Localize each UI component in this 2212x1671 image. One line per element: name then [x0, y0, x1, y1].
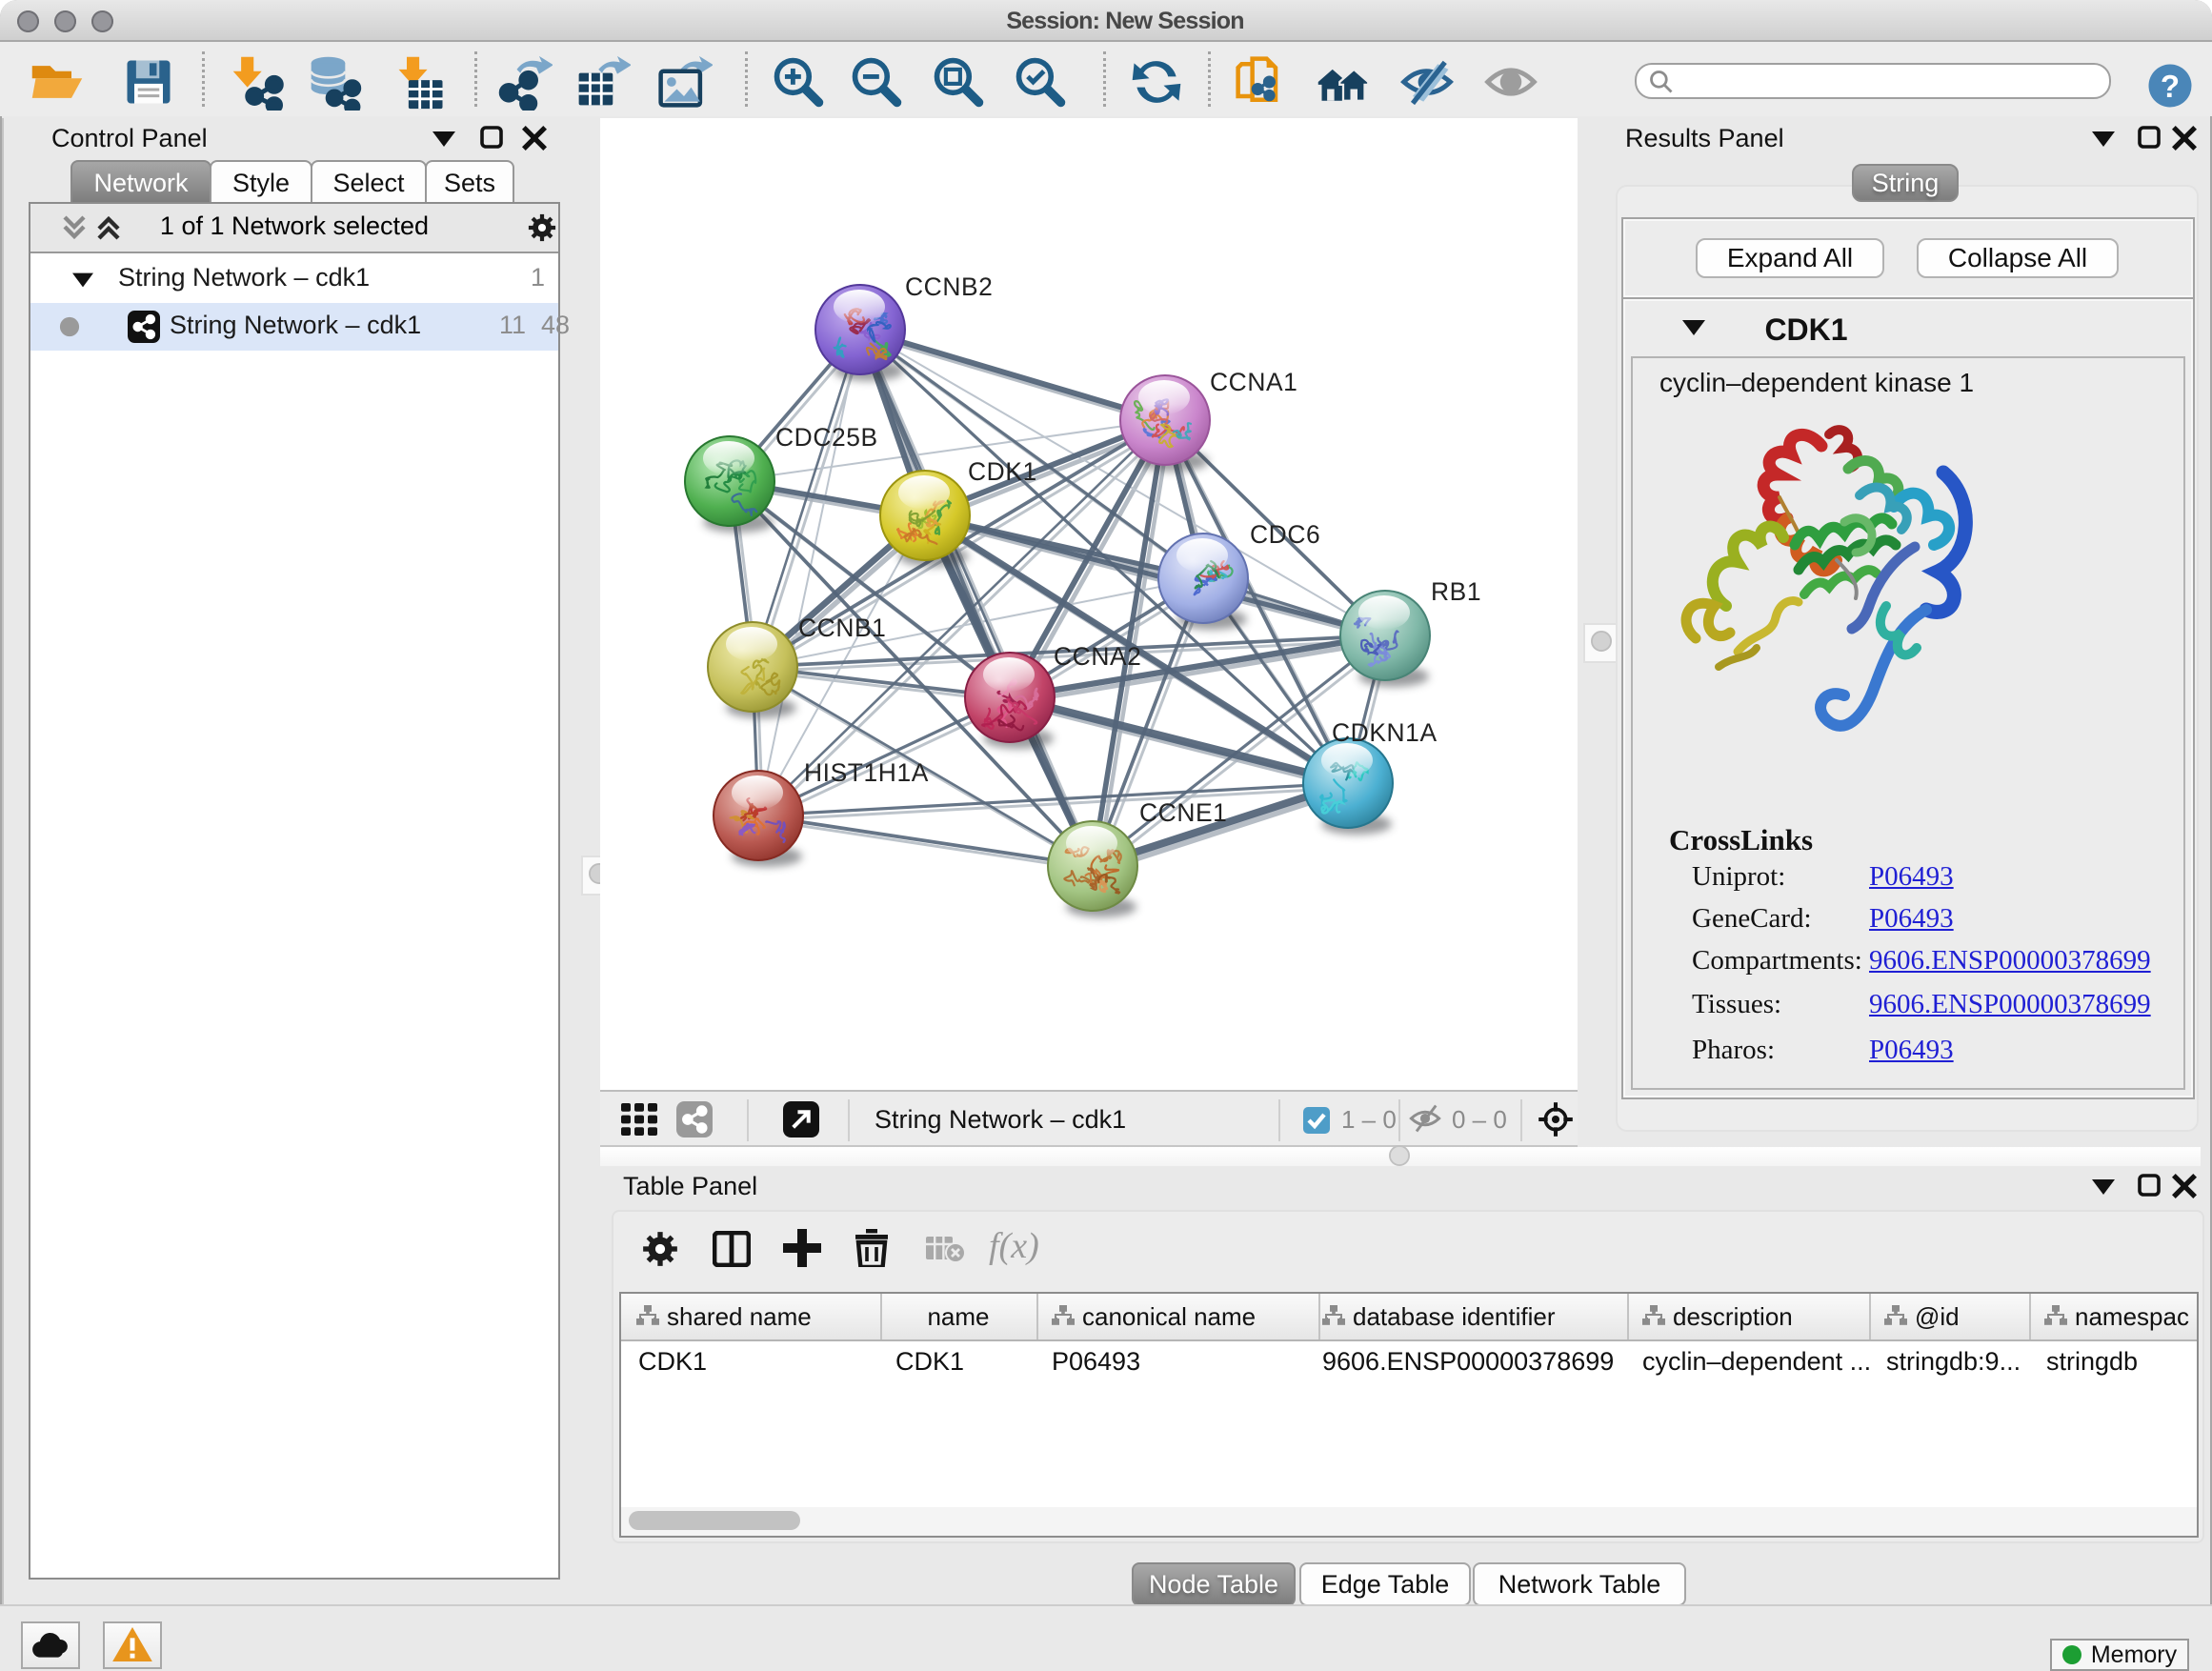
svg-text:CCNB2: CCNB2	[905, 272, 993, 301]
svg-text:CCNB1: CCNB1	[798, 614, 886, 642]
svg-text:CCNE1: CCNE1	[1139, 798, 1227, 827]
svg-text:?: ?	[2161, 69, 2180, 104]
svg-text:HIST1H1A: HIST1H1A	[804, 758, 929, 787]
svg-text:CCNA1: CCNA1	[1210, 368, 1297, 396]
svg-text:RB1: RB1	[1431, 577, 1481, 606]
svg-text:CDK1: CDK1	[968, 457, 1037, 486]
svg-text:CDC25B: CDC25B	[775, 423, 878, 452]
svg-text:CDC6: CDC6	[1250, 520, 1320, 549]
svg-text:CDKN1A: CDKN1A	[1332, 718, 1438, 747]
svg-text:CCNA2: CCNA2	[1054, 642, 1141, 671]
